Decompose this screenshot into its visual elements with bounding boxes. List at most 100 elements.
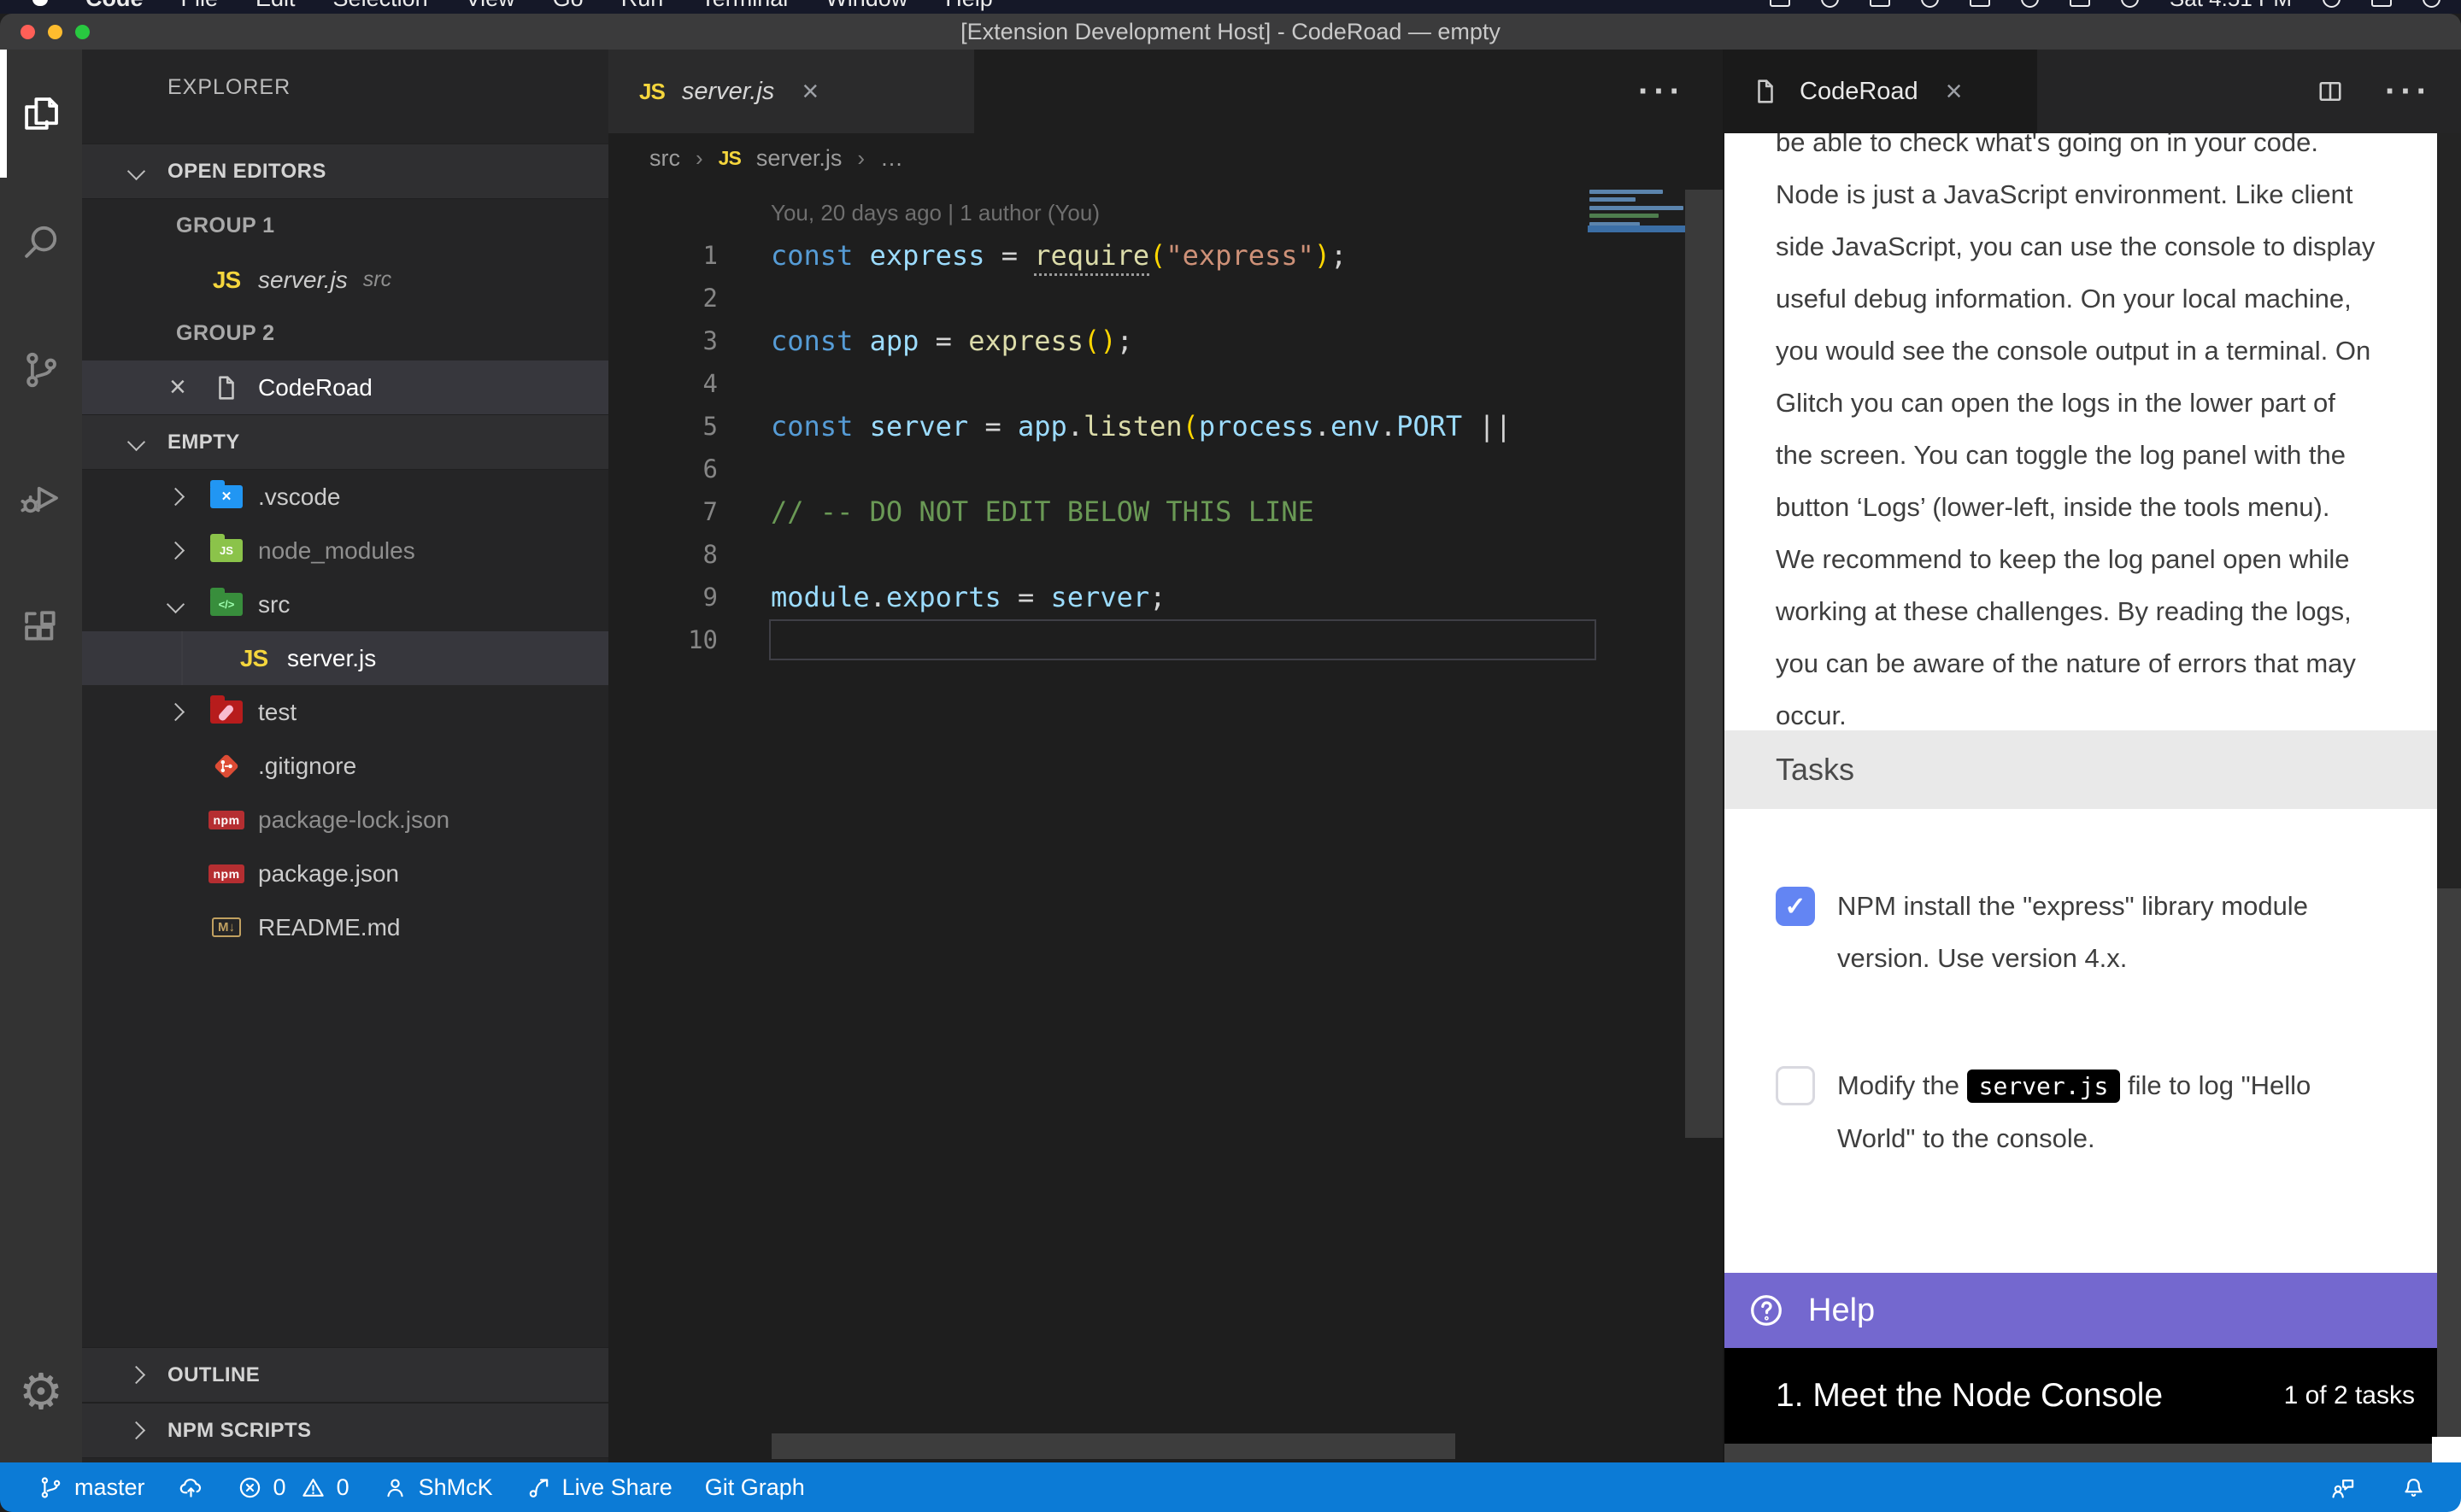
- activity-item-extensions[interactable]: [0, 562, 82, 690]
- window-title-bar[interactable]: [Extension Development Host] - CodeRoad …: [0, 14, 2461, 50]
- activity-item-explorer[interactable]: [0, 50, 82, 178]
- npm-icon: npm: [209, 811, 244, 829]
- src-folder-icon: </>: [210, 593, 243, 616]
- minimap[interactable]: [1588, 190, 1685, 267]
- status-item-cloud-upload[interactable]: [178, 1474, 204, 1501]
- breadcrumb-separator: ›: [696, 145, 703, 172]
- sidebar-item-readme-md[interactable]: M↓README.md: [82, 900, 608, 954]
- code-line-8[interactable]: 8: [608, 533, 1723, 576]
- status-item-shmck[interactable]: ShMcK: [382, 1474, 493, 1501]
- webview-scrollbar[interactable]: [2437, 133, 2461, 1462]
- menu-item-view[interactable]: View: [466, 0, 515, 12]
- pencil-icon[interactable]: [2021, 0, 2039, 8]
- close-icon[interactable]: ×: [169, 360, 186, 414]
- code-editor[interactable]: You, 20 days ago | 1 author (You) 1const…: [608, 183, 1723, 1462]
- sidebar-item-package-lock-json[interactable]: npmpackage-lock.json: [82, 793, 608, 847]
- breadcrumb[interactable]: src›JSserver.js›…: [608, 133, 1723, 183]
- code-line-10[interactable]: 10: [608, 618, 1723, 661]
- feedback-icon: [2329, 1474, 2356, 1501]
- split-editor-icon[interactable]: [2315, 76, 2346, 107]
- status-item-0[interactable]: 0: [237, 1474, 286, 1501]
- control-center-icon[interactable]: [2423, 0, 2440, 8]
- menu-item-selection[interactable]: Selection: [333, 0, 428, 12]
- close-icon[interactable]: ×: [802, 75, 819, 108]
- test-folder-icon: [210, 700, 243, 724]
- breadcrumb-segment[interactable]: …: [880, 145, 903, 172]
- line-number: 1: [608, 241, 718, 270]
- settings-gear-icon[interactable]: ⚙: [0, 1367, 82, 1418]
- menu-item-terminal[interactable]: Terminal: [701, 0, 788, 12]
- code-line-2[interactable]: 2: [608, 277, 1723, 319]
- section-header-open-editors[interactable]: OPEN EDITORS: [82, 144, 608, 199]
- code-line-3[interactable]: 3const app = express();: [608, 319, 1723, 362]
- status-item-bell[interactable]: [2400, 1474, 2427, 1501]
- siri-icon[interactable]: [2371, 0, 2392, 7]
- help-section-header[interactable]: Help: [1724, 1273, 2439, 1348]
- close-icon[interactable]: ×: [1946, 75, 1963, 108]
- breadcrumb-segment[interactable]: src: [649, 145, 680, 172]
- status-item-master[interactable]: master: [38, 1474, 145, 1501]
- display-icon[interactable]: [1770, 0, 1790, 7]
- menu-item-go[interactable]: Go: [553, 0, 584, 12]
- editor-actions-more-icon[interactable]: ···: [1638, 73, 1723, 111]
- help-icon: [1747, 1291, 1786, 1330]
- battery-icon[interactable]: [2070, 0, 2090, 7]
- code-line-1[interactable]: 1const express = require("express");: [608, 234, 1723, 277]
- menu-item-window[interactable]: Window: [825, 0, 907, 12]
- editor-horizontal-scrollbar[interactable]: [772, 1433, 1455, 1459]
- location-icon[interactable]: [1970, 0, 1990, 7]
- apple-menu-icon[interactable]: [32, 0, 48, 6]
- sidebar-item-coderoad[interactable]: ×CodeRoad: [82, 360, 608, 414]
- menu-item-file[interactable]: File: [181, 0, 219, 12]
- sidebar-item--gitignore[interactable]: .gitignore: [82, 739, 608, 793]
- menu-item-code[interactable]: Code: [85, 0, 144, 12]
- tab-coderoad[interactable]: CodeRoad ×: [1724, 50, 2037, 133]
- lesson-paragraph-1: be able to check what's going on in your…: [1776, 133, 2379, 533]
- live-share-icon: [526, 1474, 552, 1501]
- status-bar: master 00 ShMcK Live Share Git Graph: [0, 1462, 2461, 1512]
- code-line-4[interactable]: 4: [608, 362, 1723, 405]
- menu-bar-clock[interactable]: Sat 4:51 PM: [2170, 0, 2292, 12]
- menu-item-edit[interactable]: Edit: [255, 0, 296, 12]
- status-item-feedback[interactable]: [2329, 1474, 2356, 1501]
- sidebar-item--vscode[interactable]: ✕.vscode: [82, 470, 608, 524]
- spotlight-icon[interactable]: [2323, 0, 2341, 8]
- record-icon[interactable]: [1870, 0, 1890, 7]
- code-line-6[interactable]: 6: [608, 448, 1723, 490]
- code-line-5[interactable]: 5const server = app.listen(process.env.P…: [608, 405, 1723, 448]
- code-line-9[interactable]: 9module.exports = server;: [608, 576, 1723, 618]
- sidebar-item-test[interactable]: test: [82, 685, 608, 739]
- status-item-0[interactable]: 0: [300, 1474, 349, 1501]
- activity-item-run-debug[interactable]: [0, 434, 82, 562]
- section-header-outline[interactable]: OUTLINE: [82, 1347, 608, 1403]
- section-header-npm-scripts[interactable]: NPM SCRIPTS: [82, 1403, 608, 1458]
- status-item-git-graph[interactable]: Git Graph: [705, 1474, 805, 1501]
- sidebar-item-server-js[interactable]: JSserver.js: [82, 631, 608, 685]
- activity-item-source-control[interactable]: [0, 306, 82, 434]
- section-header-empty[interactable]: EMPTY: [82, 414, 608, 470]
- webview-scrollbar-thumb[interactable]: [2437, 888, 2461, 1462]
- explorer-icon: [18, 91, 64, 137]
- sidebar-item-node-modules[interactable]: JSnode_modules: [82, 524, 608, 577]
- breadcrumb-segment[interactable]: server.js: [756, 145, 843, 172]
- menu-item-run[interactable]: Run: [621, 0, 664, 12]
- task-checkbox-1[interactable]: ✓: [1776, 887, 1815, 926]
- code-line-7[interactable]: 7// -- DO NOT EDIT BELOW THIS LINE: [608, 490, 1723, 533]
- task-checkbox-2[interactable]: [1776, 1066, 1815, 1105]
- sidebar-item-server-js[interactable]: JSserver.jssrc: [82, 253, 608, 307]
- line-number: 6: [608, 454, 718, 483]
- sync-icon[interactable]: [1821, 0, 1839, 8]
- editor-group: JS server.js × ··· src›JSserver.js›… You…: [608, 50, 1723, 1462]
- status-item-live-share[interactable]: Live Share: [526, 1474, 673, 1501]
- volume-icon[interactable]: [2121, 0, 2139, 8]
- menu-item-help[interactable]: Help: [945, 0, 993, 12]
- activity-item-search[interactable]: [0, 178, 82, 306]
- panel-more-actions-icon[interactable]: ···: [2385, 73, 2432, 111]
- tab-server-js[interactable]: JS server.js ×: [608, 50, 974, 133]
- lesson-title-bar[interactable]: 1. Meet the Node Console 1 of 2 tasks: [1724, 1348, 2439, 1444]
- editor-vertical-scrollbar[interactable]: [1685, 190, 1723, 1138]
- cursor-icon[interactable]: [1921, 0, 1939, 8]
- sidebar-item-package-json[interactable]: npmpackage.json: [82, 847, 608, 900]
- chevron-right-icon: [167, 488, 185, 506]
- sidebar-item-src[interactable]: </>src: [82, 577, 608, 631]
